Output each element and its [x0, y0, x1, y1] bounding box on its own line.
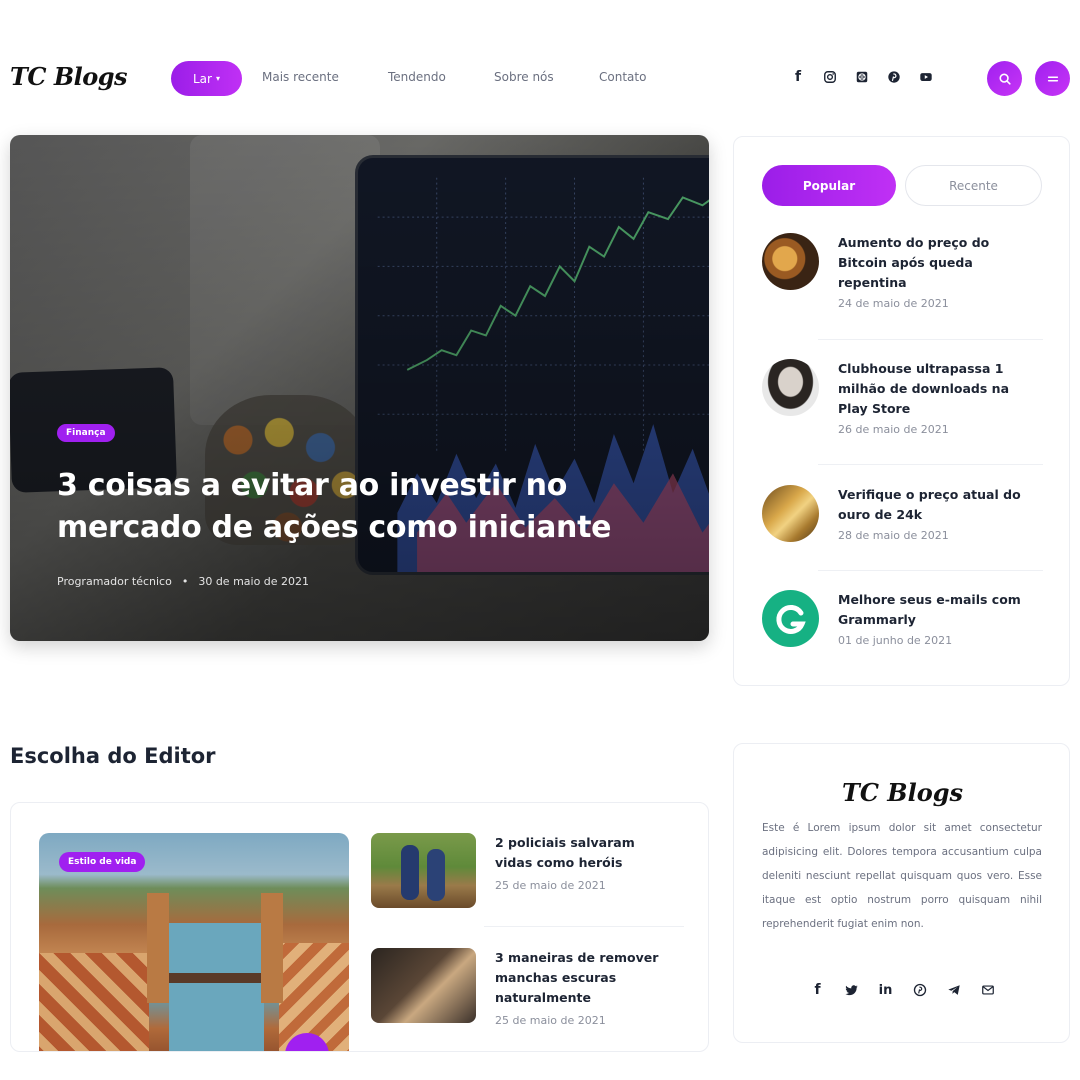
- popular-recent-widget: Popular Recente Aumento do preço do Bitc…: [733, 136, 1070, 686]
- editors-pick-card: Estilo de vida 2 policiais salvaram vida…: [10, 802, 709, 1052]
- about-text: Este é Lorem ipsum dolor sit amet consec…: [762, 822, 1042, 930]
- post-title[interactable]: Melhore seus e-mails com Grammarly: [838, 590, 1038, 630]
- list-item[interactable]: Aumento do preço do Bitcoin após queda r…: [762, 233, 1042, 333]
- nav-home-label: Lar: [193, 71, 212, 86]
- divider: [818, 464, 1043, 465]
- nav-link-contact[interactable]: Contato: [599, 70, 646, 84]
- dribbble-icon[interactable]: [854, 66, 870, 88]
- post-date: 24 de maio de 2021: [838, 297, 949, 310]
- hero-title[interactable]: 3 coisas a evitar ao investir no mercado…: [57, 465, 617, 549]
- post-date: 25 de maio de 2021: [495, 1014, 606, 1027]
- chevron-down-icon: ▾: [215, 74, 220, 83]
- post-date: 01 de junho de 2021: [838, 634, 953, 647]
- list-item[interactable]: 2 policiais salvaram vidas como heróis 2…: [371, 833, 691, 928]
- list-item[interactable]: Clubhouse ultrapassa 1 milhão de downloa…: [762, 359, 1042, 459]
- post-title[interactable]: Verifique o preço atual do ouro de 24k: [838, 485, 1038, 525]
- tab-popular[interactable]: Popular: [762, 165, 896, 206]
- post-date: 26 de maio de 2021: [838, 423, 949, 436]
- twitter-icon[interactable]: [844, 982, 860, 998]
- site-logo[interactable]: TC Blogs: [10, 62, 128, 91]
- pinterest-icon[interactable]: [912, 982, 928, 998]
- search-button[interactable]: [987, 61, 1022, 96]
- instagram-icon[interactable]: [822, 66, 838, 88]
- main-nav: Lar ▾: [171, 61, 242, 96]
- author-name[interactable]: Programador técnico: [57, 575, 172, 588]
- mail-icon[interactable]: [980, 982, 996, 998]
- hero-post[interactable]: Finança 3 coisas a evitar ao investir no…: [10, 135, 709, 641]
- featured-lifestyle-post[interactable]: Estilo de vida: [39, 833, 349, 1051]
- facebook-icon[interactable]: f: [810, 982, 826, 998]
- about-logo: TC Blogs: [841, 778, 964, 807]
- nav-home-button[interactable]: Lar ▾: [171, 61, 242, 96]
- linkedin-icon[interactable]: in: [878, 982, 894, 998]
- about-socials: f in: [734, 982, 1071, 998]
- grammarly-thumbnail[interactable]: [762, 590, 819, 647]
- post-date: 28 de maio de 2021: [838, 529, 949, 542]
- nav-link-about[interactable]: Sobre nós: [494, 70, 554, 84]
- grammarly-icon: [775, 604, 806, 634]
- search-icon: [998, 72, 1011, 85]
- menu-button[interactable]: [1035, 61, 1070, 96]
- divider: [818, 339, 1043, 340]
- post-title[interactable]: Clubhouse ultrapassa 1 milhão de downloa…: [838, 359, 1038, 419]
- hero-meta: Programador técnico • 30 de maio de 2021: [57, 575, 309, 588]
- post-title[interactable]: Aumento do preço do Bitcoin após queda r…: [838, 233, 1038, 293]
- pinterest-icon[interactable]: [886, 66, 902, 88]
- post-date: 30 de maio de 2021: [198, 575, 310, 588]
- skincare-thumbnail[interactable]: [371, 948, 476, 1023]
- tab-recent[interactable]: Recente: [905, 165, 1042, 206]
- category-badge[interactable]: Estilo de vida: [59, 852, 146, 872]
- bitcoin-thumbnail[interactable]: [762, 233, 819, 290]
- divider: [484, 926, 684, 927]
- list-item[interactable]: 3 maneiras de remover manchas escuras na…: [371, 948, 691, 1043]
- telegram-icon[interactable]: [946, 982, 962, 998]
- clubhouse-thumbnail[interactable]: [762, 359, 819, 416]
- facebook-icon[interactable]: f: [790, 66, 806, 88]
- about-widget: TC Blogs Este é Lorem ipsum dolor sit am…: [733, 743, 1070, 1043]
- meta-separator: •: [181, 575, 189, 588]
- menu-icon: [1047, 76, 1058, 81]
- section-title: Escolha do Editor: [10, 744, 216, 768]
- divider: [818, 570, 1043, 571]
- post-title[interactable]: 3 maneiras de remover manchas escuras na…: [495, 948, 675, 1008]
- gold-thumbnail[interactable]: [762, 485, 819, 542]
- post-date: 25 de maio de 2021: [495, 879, 606, 892]
- category-badge[interactable]: Finança: [57, 424, 115, 442]
- youtube-icon[interactable]: [918, 66, 934, 88]
- nav-link-latest[interactable]: Mais recente: [262, 70, 339, 84]
- header-socials: f: [790, 66, 934, 88]
- nav-link-trending[interactable]: Tendendo: [388, 70, 446, 84]
- list-item[interactable]: Melhore seus e-mails com Grammarly 01 de…: [762, 590, 1042, 690]
- post-title[interactable]: 2 policiais salvaram vidas como heróis: [495, 833, 675, 873]
- police-thumbnail[interactable]: [371, 833, 476, 908]
